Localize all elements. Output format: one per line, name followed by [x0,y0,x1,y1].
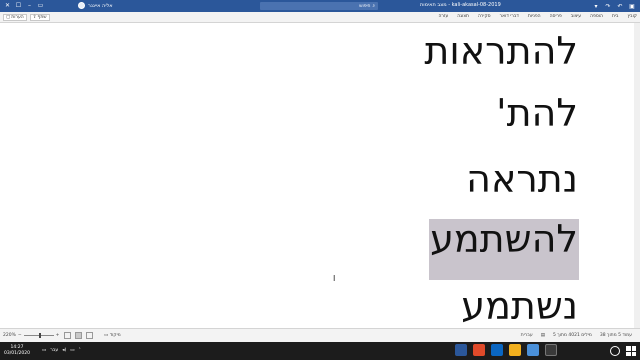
chrome-app-icon[interactable] [527,344,539,356]
tab-home[interactable]: בית [612,14,619,19]
web-layout-view-button[interactable] [64,332,71,339]
clock-date: 03/01/2020 [4,351,30,356]
status-bar: 220% − + ▭ מיקוד עמוד 5 מתוך 38 מילים 40… [0,328,640,342]
undo-icon[interactable]: ↶ [614,0,626,12]
title-bar: ✕ ☐ – ▭ אליה אייגנר חיפוש ⌕ kali-akasal-… [0,0,640,12]
doc-line[interactable]: להת' [496,91,578,135]
system-tray: ▭ עבר ◂) ▭ ˄ [42,348,81,353]
doc-line[interactable]: נתראה [466,157,578,201]
file-explorer-icon[interactable] [509,344,521,356]
search-placeholder: חיפוש [359,3,371,9]
comments-button[interactable]: ▢ הערות [3,14,27,21]
task-view-icon[interactable] [545,344,557,356]
search-icon: ⌕ [372,4,375,9]
maximize-icon[interactable]: ☐ [15,2,22,9]
tab-insert[interactable]: הוספה [590,14,603,19]
zoom-in-button[interactable]: + [56,333,60,338]
redo-icon[interactable]: ↷ [602,0,614,12]
taskbar-search-icon[interactable] [610,346,620,356]
save-icon[interactable]: ▣ [626,0,638,12]
page-info[interactable]: עמוד 5 מתוך 38 [600,333,632,338]
zoom-level[interactable]: 220% [3,333,16,338]
view-buttons [64,332,93,339]
proofing-icon[interactable]: ▤ [541,333,545,338]
tab-layout[interactable]: פריסה [550,14,562,19]
tab-file[interactable]: קובץ [628,14,637,19]
zoom-control: 220% − + [3,333,59,338]
notifications-icon[interactable]: ▭ [42,348,46,353]
window-controls: ✕ ☐ – ▭ [4,2,44,9]
status-info: עמוד 5 מתוך 38 מילים 4021 מתוך 5 ▤ עברית [521,333,632,338]
word-count[interactable]: מילים 4021 מתוך 5 [553,333,592,338]
customize-qat-icon[interactable]: ▾ [590,0,602,12]
share-button[interactable]: ⇧ שתף [29,14,50,21]
minimize-icon[interactable]: – [26,2,33,9]
tab-references[interactable]: הפניות [528,14,541,19]
taskbar-clock[interactable]: 14:27 03/01/2020 [4,345,30,357]
doc-line[interactable]: להתראות [424,29,578,73]
read-mode-view-button[interactable] [86,332,93,339]
ribbon-display-icon[interactable]: ▭ [37,2,44,9]
search-box[interactable]: חיפוש ⌕ [260,2,378,10]
tab-help[interactable]: עזרה [438,14,448,19]
tab-design[interactable]: עיצוב [571,14,581,19]
taskbar: 14:27 03/01/2020 ▭ עבר ◂) ▭ ˄ [0,342,640,360]
account[interactable]: אליה אייגנר [78,2,113,9]
focus-icon: ▭ [104,333,109,338]
tab-strip: קובץ בית הוספה עיצוב פריסה הפניות דברי ד… [438,14,637,19]
comment-icon: ▢ [6,14,11,20]
windows-start-icon[interactable] [626,346,636,356]
pinned-apps [455,344,557,356]
close-icon[interactable]: ✕ [4,2,11,9]
focus-button[interactable]: ▭ מיקוד [104,333,121,338]
document-canvas[interactable]: להתראות להת' נתראה להשתמע נשתמע [0,23,640,328]
network-icon[interactable]: ▭ [70,348,74,353]
user-name: אליה אייגנר [88,2,113,9]
quick-access-toolbar: ▾ ↷ ↶ ▣ [590,0,638,12]
ribbon-tabs: ▢ הערות ⇧ שתף קובץ בית הוספה עיצוב פריסה… [0,12,640,23]
print-layout-view-button[interactable] [75,332,82,339]
text-cursor-icon: I [333,274,336,283]
word-app-icon[interactable] [455,344,467,356]
powerpoint-app-icon[interactable] [473,344,485,356]
zoom-slider-handle[interactable] [38,333,41,338]
language-indicator[interactable]: עברית [521,333,533,338]
tab-review[interactable]: סקירה [478,14,491,19]
zoom-slider[interactable] [23,333,54,338]
show-hidden-icons[interactable]: ˄ [79,348,81,353]
doc-line-selected[interactable]: להשתמע [429,219,579,280]
share-icon: ⇧ [32,14,37,20]
zoom-out-button[interactable]: − [18,333,22,338]
document-title: kali-akasal-08-2019 - מצב תאימות [420,2,501,8]
share-area: ▢ הערות ⇧ שתף [3,14,50,21]
edge-app-icon[interactable] [491,344,503,356]
input-language[interactable]: עבר [50,348,58,353]
vertical-scrollbar[interactable] [634,23,640,328]
doc-line[interactable]: נשתמע [461,284,578,328]
tab-mailings[interactable]: דברי דואר [500,14,519,19]
avatar[interactable] [78,2,85,9]
volume-icon[interactable]: ◂) [62,348,66,353]
tab-view[interactable]: תצוגה [457,14,469,19]
